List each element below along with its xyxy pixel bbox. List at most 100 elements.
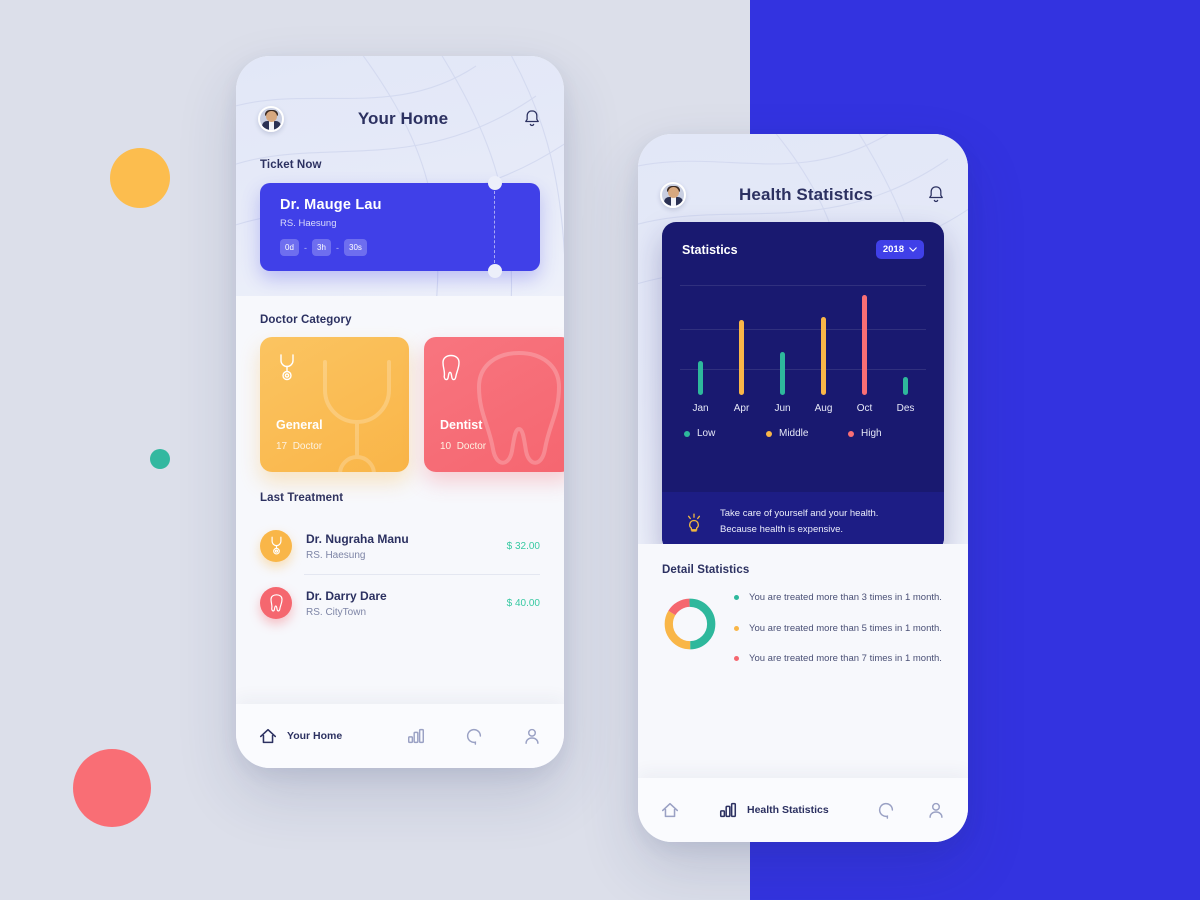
countdown-separator: - [304,242,307,253]
legend-label: Middle [779,428,809,439]
bell-icon[interactable] [926,184,946,206]
ticket-card[interactable]: Dr. Mauge Lau RS. Haesung 0d - 3h - 30s [260,176,540,278]
treatment-doctor-name: Dr. Nugraha Manu [306,531,409,546]
ticket-notch-top [488,176,502,190]
chart-bar[interactable] [739,320,744,395]
avatar-face [266,111,277,122]
bell-icon[interactable] [522,108,542,130]
chart-x-axis-labels: Jan Apr Jun Aug Oct Des [680,403,926,414]
statistics-card: Statistics 2018 Jan Apr Jun Aug Oct Des Low Mi… [662,222,944,544]
nav-active-label: Health Statistics [747,804,829,816]
chart-x-label: Jun [774,403,791,414]
chart-bar-slot [680,285,721,395]
treatment-hospital: RS. CityTown [306,606,367,618]
chart-bar-slot [885,285,926,395]
chart-bar[interactable] [821,317,826,395]
profile-icon[interactable] [522,726,542,746]
year-selector[interactable]: 2018 [875,240,924,259]
nav-active-label: Your Home [287,730,343,742]
home-topbar: Your Home [236,56,564,132]
table-row[interactable]: Dr. Darry Dare RS. CityTown $ 40.00 [260,575,540,631]
chat-icon[interactable] [876,800,896,820]
avatar-suit-left [664,197,671,206]
legend-dot [848,430,854,437]
avatar[interactable] [660,182,686,208]
phone-statistics-screen: Health Statistics Statistics 2018 Jan Ap… [638,134,968,842]
bar-chart-icon [719,802,737,818]
category-count-unit: Doctor [456,441,487,452]
bar-chart-icon[interactable] [406,726,426,746]
home-icon[interactable] [660,800,680,820]
tip-line-1: Take care of yourself and your health. [720,508,879,520]
legend-label: Low [697,428,716,439]
avatar-suit-right [274,121,281,130]
legend-item: Low [680,428,762,439]
treatment-price: $ 32.00 [506,540,540,552]
legend-dot [684,430,690,437]
profile-icon[interactable] [926,800,946,820]
stethoscope-icon [280,354,294,381]
decorative-circle-red [73,749,151,827]
treatment-doctor-name: Dr. Darry Dare [306,588,387,603]
countdown-days: 0d [280,239,299,256]
list-item: You are treated more than 5 times in 1 m… [734,621,944,638]
category-card-general[interactable]: General 17 Doctor [260,337,409,472]
decorative-circle-yellow [110,148,170,208]
stethoscope-icon [271,536,281,555]
chat-icon[interactable] [464,726,484,746]
chart-bar[interactable] [780,352,785,395]
bottom-navigation: Your Home [236,704,564,768]
stats-topbar: Health Statistics [638,134,968,208]
chart-x-label: Aug [814,403,833,414]
last-treatment-list: Dr. Nugraha Manu RS. Haesung $ 32.00 Dr.… [236,518,564,631]
chart-bar[interactable] [862,295,867,395]
stats-header: Health Statistics Statistics 2018 Jan Ap… [638,134,968,544]
category-count-unit: Doctor [292,441,323,452]
chart-x-label: Oct [856,403,873,414]
ticket-section-title: Ticket Now [260,159,322,171]
treatment-section-title: Last Treatment [260,492,344,504]
year-value: 2018 [882,244,904,255]
countdown-hours: 3h [312,239,331,256]
nav-item-home[interactable]: Your Home [258,726,342,746]
treatment-avatar-icon [260,530,292,562]
chart-bar-slot [762,285,803,395]
ticket-doctor-name: Dr. Mauge Lau [280,197,382,213]
treatment-price: $ 40.00 [506,597,540,609]
ticket-body: Dr. Mauge Lau RS. Haesung 0d - 3h - 30s [260,183,540,271]
health-tip-text: Take care of yourself and your health. B… [720,506,878,537]
category-name: Dentist [440,418,483,432]
chart-bar[interactable] [698,361,703,395]
donut-chart [664,598,716,650]
tooth-watermark-icon [476,350,562,465]
detail-statistics: You are treated more than 3 times in 1 m… [638,590,968,682]
bottom-navigation: Health Statistics [638,778,968,842]
nav-item-health-statistics[interactable]: Health Statistics [718,800,829,820]
category-count: 10 Doctor [440,441,486,452]
ticket-countdown: 0d - 3h - 30s [280,239,540,256]
detail-text: You are treated more than 7 times in 1 m… [749,653,942,665]
tooth-icon [269,594,283,612]
chart-bar[interactable] [903,377,908,395]
avatar-face [668,187,679,198]
category-count-number: 17 [276,441,288,452]
avatar[interactable] [258,106,284,132]
detail-section-title: Detail Statistics [662,564,750,576]
decorative-circle-teal [150,449,170,469]
page-title: Your Home [357,109,449,128]
home-icon [259,728,277,744]
countdown-separator: - [336,242,339,253]
category-card-dentist[interactable]: Dentist 10 Doctor [424,337,564,472]
treatment-avatar-icon [260,587,292,619]
avatar-suit-left [262,121,269,130]
table-row[interactable]: Dr. Nugraha Manu RS. Haesung $ 32.00 [260,518,540,574]
category-count: 17 Doctor [276,441,322,452]
health-tip-box: Take care of yourself and your health. B… [662,492,944,544]
detail-text: You are treated more than 3 times in 1 m… [749,592,942,603]
home-header: Your Home Ticket Now Dr. Mauge Lau RS. H… [236,56,564,296]
list-item: You are treated more than 7 times in 1 m… [734,651,944,668]
avatar-suit-right [676,197,683,206]
detail-text: You are treated more than 5 times in 1 m… [749,622,942,634]
list-item: You are treated more than 3 times in 1 m… [734,590,944,607]
ticket-hospital: RS. Haesung [280,218,337,229]
